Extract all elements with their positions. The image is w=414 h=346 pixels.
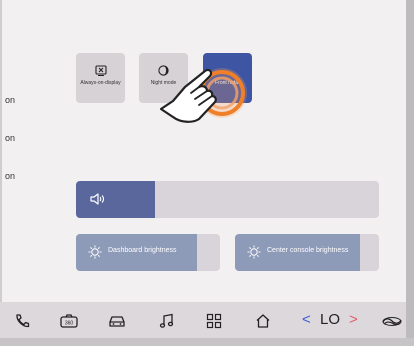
- volume-fill: [76, 181, 155, 218]
- volume-slider[interactable]: [76, 181, 379, 218]
- temperature-increase-button[interactable]: >: [349, 311, 358, 328]
- phone-icon[interactable]: [14, 313, 30, 329]
- sun-icon: [247, 245, 261, 259]
- dashboard-brightness-slider[interactable]: Dashboard brightness: [76, 234, 220, 271]
- camera-360-icon[interactable]: 360: [59, 313, 79, 329]
- side-label: on: [5, 171, 16, 181]
- frame-left: [0, 0, 2, 346]
- side-label: on: [5, 133, 16, 143]
- side-label: on: [5, 95, 16, 105]
- tile-always-on-display[interactable]: Always-on-display: [76, 53, 125, 103]
- center-console-brightness-label: Center console brightness: [267, 247, 349, 254]
- temperature-display: LO: [320, 311, 341, 328]
- sun-icon: [88, 245, 102, 259]
- home-icon[interactable]: [255, 313, 271, 329]
- temperature-decrease-button[interactable]: <: [302, 311, 311, 328]
- tile-label: Always-on-display: [80, 80, 121, 86]
- music-icon[interactable]: [159, 313, 175, 329]
- center-console-brightness-slider[interactable]: Center console brightness: [235, 234, 379, 271]
- speaker-icon: [90, 193, 105, 205]
- x-box-icon: [94, 65, 107, 76]
- fan-icon[interactable]: [381, 313, 403, 329]
- frame-bottom: [0, 338, 414, 346]
- apps-grid-icon[interactable]: [206, 313, 222, 329]
- screen: on on on Always-on-display Night mode Fr…: [0, 0, 414, 346]
- car-icon[interactable]: [107, 313, 127, 329]
- svg-text:360: 360: [65, 321, 74, 327]
- frame-right: [406, 0, 414, 346]
- bottom-navbar: 360 < LO >: [0, 302, 406, 338]
- hand-pointer-icon: [159, 68, 217, 123]
- dashboard-brightness-label: Dashboard brightness: [108, 247, 177, 254]
